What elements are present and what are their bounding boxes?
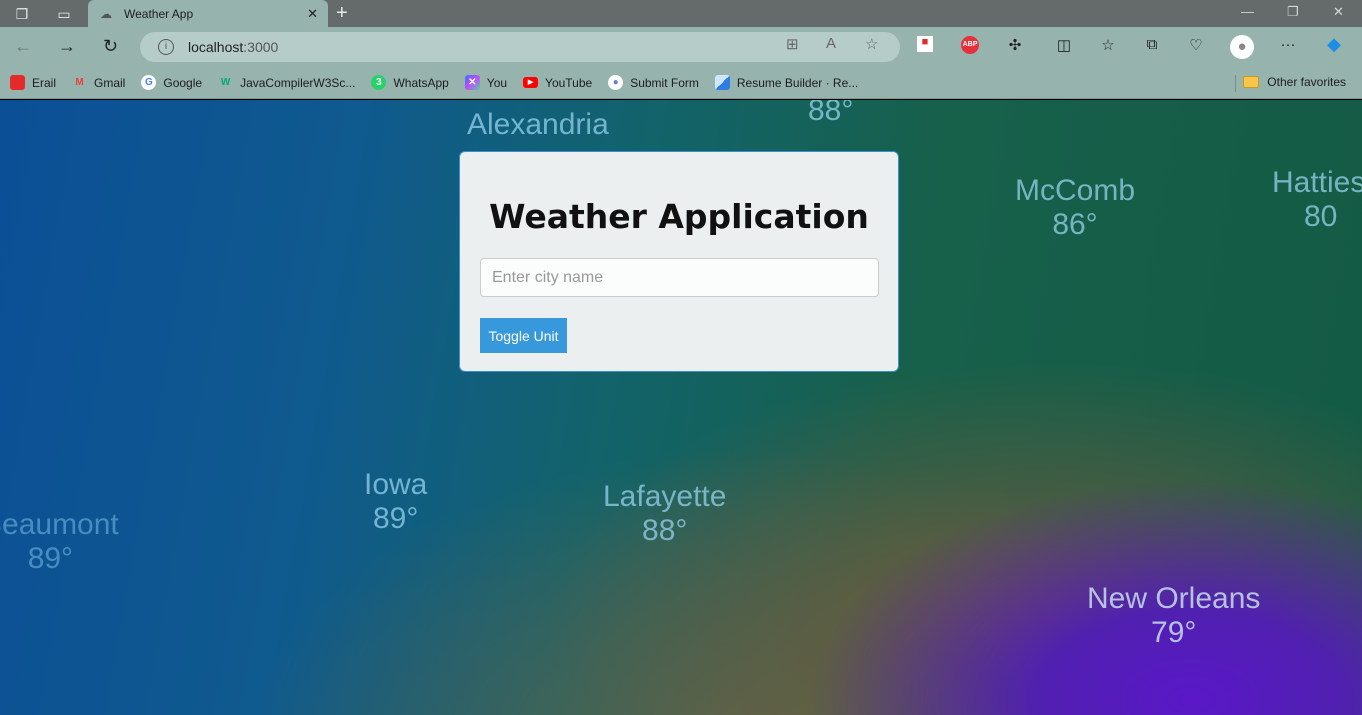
bookmark-label: Submit Form xyxy=(630,75,699,90)
youtube-icon: ▶ xyxy=(523,77,539,88)
bookmark-label: Erail xyxy=(32,75,57,90)
toggle-unit-button[interactable]: Toggle Unit xyxy=(480,318,567,353)
bookmark-erail[interactable]: Erail xyxy=(10,75,56,90)
folder-icon xyxy=(1243,76,1260,88)
apps-icon[interactable]: ⊞ xyxy=(786,35,799,53)
tab-weather-app[interactable]: ☁ Weather App ✕ xyxy=(88,0,328,27)
you-icon: ✕ xyxy=(464,75,480,90)
back-icon[interactable]: ← xyxy=(14,36,32,57)
map-city: Beaumont xyxy=(0,508,119,541)
weather-favicon-icon: ☁ xyxy=(100,6,112,21)
map-city: Hatties xyxy=(1272,166,1362,199)
bookmark-whatsapp[interactable]: 3 WhatsApp xyxy=(371,75,449,90)
workspaces-icon[interactable]: ❐ xyxy=(13,5,31,23)
close-tab-icon[interactable]: ✕ xyxy=(307,6,318,22)
map-temp: 88° xyxy=(808,100,854,127)
favorites-icon[interactable]: ☆ xyxy=(1097,36,1119,54)
bookmark-label: Gmail xyxy=(94,75,126,90)
minimize-icon[interactable]: — xyxy=(1241,4,1254,19)
info-icon[interactable]: i xyxy=(158,39,174,55)
erail-extension-icon[interactable]: ■ xyxy=(917,36,933,52)
map-temp-alexandria: 88° xyxy=(808,100,853,128)
bookmark-youtube[interactable]: ▶ YouTube xyxy=(523,76,592,90)
bookmark-label: WhatsApp xyxy=(393,75,449,90)
restore-icon[interactable]: ❐ xyxy=(1287,4,1299,20)
refresh-icon[interactable]: ↻ xyxy=(103,36,118,57)
bookmark-gmail[interactable]: M Gmail xyxy=(72,75,125,90)
map-temp: 89° xyxy=(27,542,74,575)
split-screen-icon[interactable]: ◫ xyxy=(1053,36,1075,54)
map-label-lafayette: Lafayette 88° xyxy=(603,480,726,548)
map-temp: 89° xyxy=(373,502,419,535)
whatsapp-icon: 3 xyxy=(371,75,387,90)
browser-essentials-icon[interactable]: ♡ xyxy=(1185,36,1207,54)
profile-avatar-icon[interactable]: ● xyxy=(1230,35,1254,59)
map-label-alexandria: Alexandria xyxy=(467,108,609,142)
map-temp: 86° xyxy=(1052,208,1098,241)
resume-builder-icon xyxy=(714,75,730,90)
map-label-hatties: Hatties 80 xyxy=(1272,166,1362,234)
tab-title: Weather App xyxy=(124,6,194,21)
map-city: Alexandria xyxy=(467,108,609,141)
city-input[interactable] xyxy=(480,258,879,297)
page-title: Weather Application xyxy=(489,197,869,236)
copilot-icon[interactable]: ◆ xyxy=(1323,34,1345,55)
gmail-icon: M xyxy=(75,77,84,88)
map-label-mccomb: McComb 86° xyxy=(1015,174,1135,242)
map-label-iowa: Iowa 89° xyxy=(364,468,427,536)
bookmark-label: YouTube xyxy=(545,75,593,90)
other-favorites-label: Other favorites xyxy=(1267,75,1346,89)
extensions-icon[interactable]: ✣ xyxy=(1004,36,1026,54)
map-temp: 80 xyxy=(1304,200,1338,233)
map-label-beaumont: Beaumont89° xyxy=(0,508,119,576)
bookmark-label: Resume Builder · Re... xyxy=(736,75,859,90)
forward-icon[interactable]: → xyxy=(58,36,76,57)
bookmark-label: You xyxy=(486,75,508,90)
other-favorites[interactable]: Other favorites xyxy=(1243,75,1346,89)
bookmark-resume-builder[interactable]: Resume Builder · Re... xyxy=(714,75,859,90)
read-aloud-icon[interactable]: A xyxy=(826,35,836,52)
url-host: localhost xyxy=(188,39,244,55)
bookmark-label: JavaCompilerW3Sc... xyxy=(240,75,356,90)
more-menu-icon[interactable]: ··· xyxy=(1277,36,1299,53)
weather-map-background: Alexandria 88° McComb 86° Hatties 80 Iowa 8… xyxy=(0,100,1362,715)
map-city: Iowa xyxy=(364,468,428,501)
close-window-icon[interactable]: ✕ xyxy=(1333,4,1344,20)
map-temp: 88° xyxy=(642,514,688,547)
map-temp: 79° xyxy=(1151,616,1197,649)
weather-card: Weather Application Toggle Unit xyxy=(459,151,899,372)
adblock-extension-icon[interactable]: ABP xyxy=(961,36,979,54)
tab-actions-icon[interactable]: ▭ xyxy=(55,5,73,23)
new-tab-icon[interactable]: + xyxy=(336,2,348,25)
map-city: Lafayette xyxy=(603,480,727,513)
bookmark-javacompiler[interactable]: W JavaCompilerW3Sc... xyxy=(218,75,356,90)
submit-form-icon: ● xyxy=(608,75,624,90)
favorite-star-icon[interactable]: ☆ xyxy=(865,35,878,53)
google-icon: G xyxy=(141,75,157,90)
bookmark-google[interactable]: G Google xyxy=(141,75,202,90)
bookmark-you[interactable]: ✕ You xyxy=(464,75,508,90)
tab-bar: ❐ ▭ ☁ Weather App ✕ + — ❐ ✕ xyxy=(0,0,1362,27)
bookmark-submit-form[interactable]: ● Submit Form xyxy=(608,75,699,90)
bookmark-label: Google xyxy=(163,75,203,90)
erail-icon xyxy=(10,75,25,90)
bookmarks-divider xyxy=(1235,75,1236,92)
bookmarks-bar: Erail M Gmail G Google W JavaCompilerW3Sc..… xyxy=(0,67,1362,99)
w3schools-icon: W xyxy=(220,77,231,88)
map-city: New Orleans xyxy=(1087,582,1261,615)
collections-icon[interactable]: ⧉ xyxy=(1141,36,1163,53)
toolbar: ← → ↻ i localhost:3000 ⊞ A ☆ ■ ABP ✣ ◫ ☆… xyxy=(0,27,1362,67)
url-port: :3000 xyxy=(243,39,279,55)
map-city: McComb xyxy=(1015,174,1136,207)
map-label-new-orleans: New Orleans 79° xyxy=(1087,582,1260,650)
